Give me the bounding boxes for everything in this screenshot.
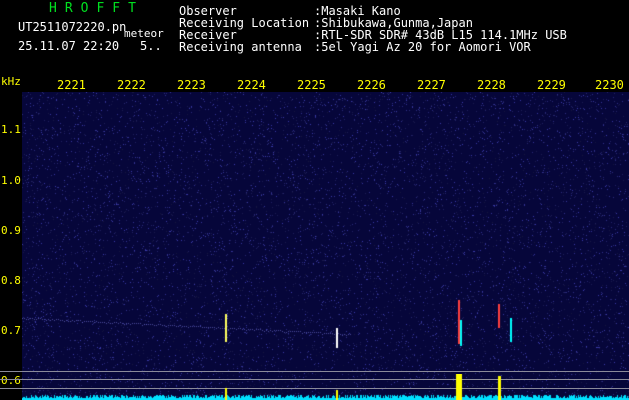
freq-unit-label: kHz [1,75,21,88]
capture-datetime: 25.11.07 22:20 [18,39,120,53]
time-tick-2225: 2225 [297,78,326,92]
time-tick-2228: 2228 [477,78,506,92]
freq-tick-0-9: 0.9 [1,224,21,237]
time-tick-2230: 2230 [595,78,624,92]
antenna-label: Receiving antenna [179,40,302,54]
waterfall-canvas [22,92,629,400]
freq-tick-0-7: 0.7 [1,324,21,337]
file-name: UT2511072220.pn [18,20,127,34]
spectrogram-waterfall [22,92,629,400]
freq-tick-1-1: 1.1 [1,123,21,136]
time-tick-2224: 2224 [237,78,266,92]
freq-tick-1-0: 1.0 [1,174,21,187]
antenna-value: :5el Yagi Az 20 for Aomori VOR [314,40,531,54]
extra-indicator: 5.. [140,39,162,53]
meteor-label: meteor [124,27,164,40]
time-tick-2221: 2221 [57,78,86,92]
amplitude-strip [22,374,629,400]
time-tick-2227: 2227 [417,78,446,92]
reference-line-upper [0,371,629,372]
time-tick-2223: 2223 [177,78,206,92]
time-tick-2229: 2229 [537,78,566,92]
time-tick-2222: 2222 [117,78,146,92]
freq-tick-0-8: 0.8 [1,274,21,287]
time-tick-2226: 2226 [357,78,386,92]
freq-tick-0-6: 0.6 [1,374,21,387]
hrofft-window: HROFFT UT2511072220.pn meteor 25.11.07 2… [0,0,629,400]
app-brand: HROFFT [49,1,144,16]
